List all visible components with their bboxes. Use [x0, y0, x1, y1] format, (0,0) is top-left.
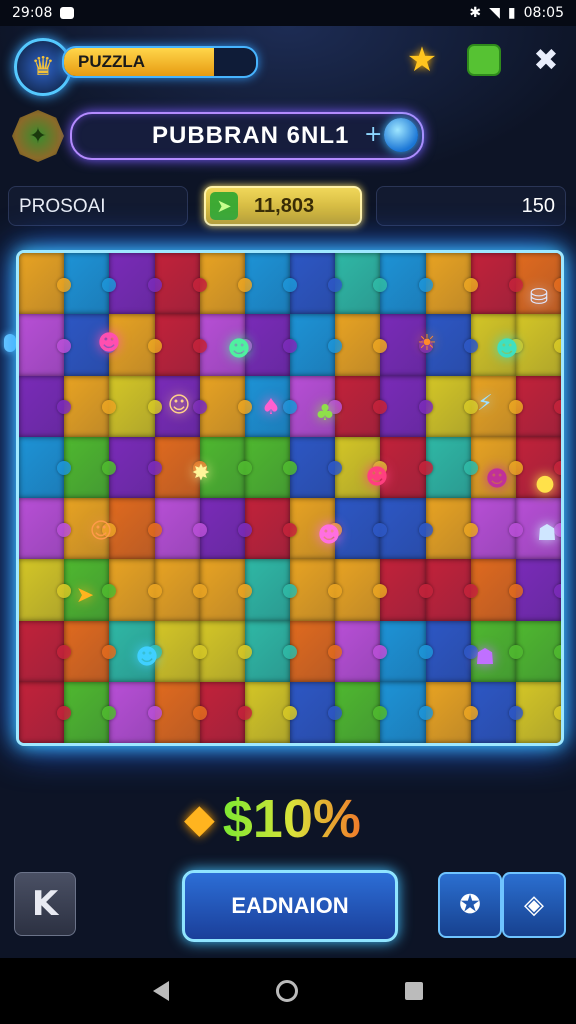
creature-icon: ☻ [135, 644, 159, 670]
creature-icon: ☻ [495, 336, 519, 362]
creature-icon: ☻ [485, 466, 509, 492]
right-clock-text: 08:05 [523, 5, 564, 21]
robot-icon: ☗ [537, 520, 557, 546]
avatar-icon: ♛ [31, 52, 55, 82]
board-handle[interactable] [4, 334, 16, 352]
nav-bar [0, 958, 576, 1024]
main-action-button[interactable]: EADNAION [182, 870, 398, 942]
puzzle-piece[interactable] [19, 559, 72, 621]
gamepad-button[interactable]: ✪ [438, 872, 502, 938]
notification-icon [60, 7, 75, 19]
puzzle-piece[interactable] [19, 436, 72, 498]
nav-home-icon[interactable] [275, 980, 298, 1002]
creature-icon: ☻ [365, 464, 389, 490]
creature-icon: ♣ [315, 400, 335, 426]
coin-icon: ● [535, 470, 555, 496]
status-bar: 29:08 ✱ ◥ ▮ 08:05 [0, 0, 576, 26]
creature-icon: ☻ [97, 330, 121, 356]
puzzle-piece[interactable] [19, 681, 72, 743]
jar-icon: ⛁ [529, 284, 549, 310]
creature-icon: ⚡ [477, 390, 493, 416]
puzzle-piece[interactable] [380, 498, 433, 560]
puzzle-piece[interactable] [19, 375, 72, 437]
puzzle-piece[interactable] [19, 253, 72, 315]
puzzle-piece[interactable] [109, 559, 162, 621]
puzzle-piece[interactable] [109, 436, 162, 498]
creature-icon: ☻ [317, 522, 341, 548]
chest-icon[interactable] [464, 40, 504, 80]
creature-icon: ☻ [227, 336, 251, 362]
puzzle-piece[interactable] [19, 620, 72, 682]
puzzle-piece[interactable] [380, 559, 433, 621]
battery-icon: ▮ [507, 5, 516, 21]
puzzle-piece[interactable] [380, 681, 433, 743]
back-button-label: K [31, 884, 59, 924]
sparkle-icon: ✸ [191, 460, 211, 486]
clock-text: 29:08 [12, 5, 53, 21]
puzzle-piece[interactable] [19, 498, 72, 560]
back-button[interactable]: K [14, 872, 76, 936]
score-value: $10% [222, 789, 361, 849]
bluetooth-icon: ✱ [469, 5, 482, 21]
close-icon[interactable]: ✖ [526, 40, 566, 80]
character-icon: ☺ [89, 518, 113, 544]
stat-left-label: PROSOAI [19, 196, 106, 217]
add-orb-button[interactable] [384, 118, 418, 152]
puzzle-piece[interactable] [380, 253, 433, 315]
puzzle-piece[interactable] [109, 253, 162, 315]
main-action-label: EADNAION [231, 893, 349, 918]
gem-icon: ➤ [210, 192, 238, 220]
nav-back-icon[interactable] [153, 981, 170, 1001]
level-progress-bar: PUZZLA [62, 46, 258, 78]
gamepad-icon: ✪ [459, 890, 481, 920]
puzzle-board[interactable]: ☻ ☻ ☺ ♠ ♣ ☀ ☻ ⚡ ✸ ☻ ☻ ● ☺ ☻ ☗ ➤ ☻ ☗ ⛁ [16, 250, 564, 746]
level-title: PUBBRAN 6NL1 [152, 122, 350, 149]
puzzle-piece[interactable] [109, 681, 162, 743]
stat-mid: ➤ 11,803 [204, 186, 362, 226]
arrow-icon: ➤ [75, 582, 95, 608]
score-display: ◆ $10% [184, 784, 404, 854]
creature-icon: ☀ [417, 330, 437, 356]
stat-left: PROSOAI [8, 186, 188, 226]
stat-right: 150 [376, 186, 566, 226]
diamond-outline-icon: ◈ [524, 890, 544, 920]
star-icon[interactable]: ★ [402, 40, 442, 80]
puzzle-piece[interactable] [109, 375, 162, 437]
hint-button[interactable]: ◈ [502, 872, 566, 938]
puzzle-piece[interactable] [380, 620, 433, 682]
nav-recent-icon[interactable] [404, 982, 423, 1000]
stat-mid-value: 11,803 [254, 195, 315, 217]
stat-right-value: 150 [521, 195, 555, 217]
plus-label: + [364, 122, 383, 147]
wifi-icon: ◥ [489, 5, 500, 21]
level-label: PUZZLA [78, 52, 146, 71]
diamond-icon: ◆ [184, 796, 215, 842]
puzzle-piece[interactable] [380, 375, 433, 437]
creature-icon: ♠ [261, 394, 281, 420]
title-bar: PUBBRAN 6NL1 + [70, 112, 424, 160]
badge-icon[interactable]: ✦ [12, 110, 64, 162]
character-icon: ☺ [167, 392, 191, 418]
robot-icon: ☗ [475, 644, 495, 670]
puzzle-piece[interactable] [19, 314, 72, 376]
